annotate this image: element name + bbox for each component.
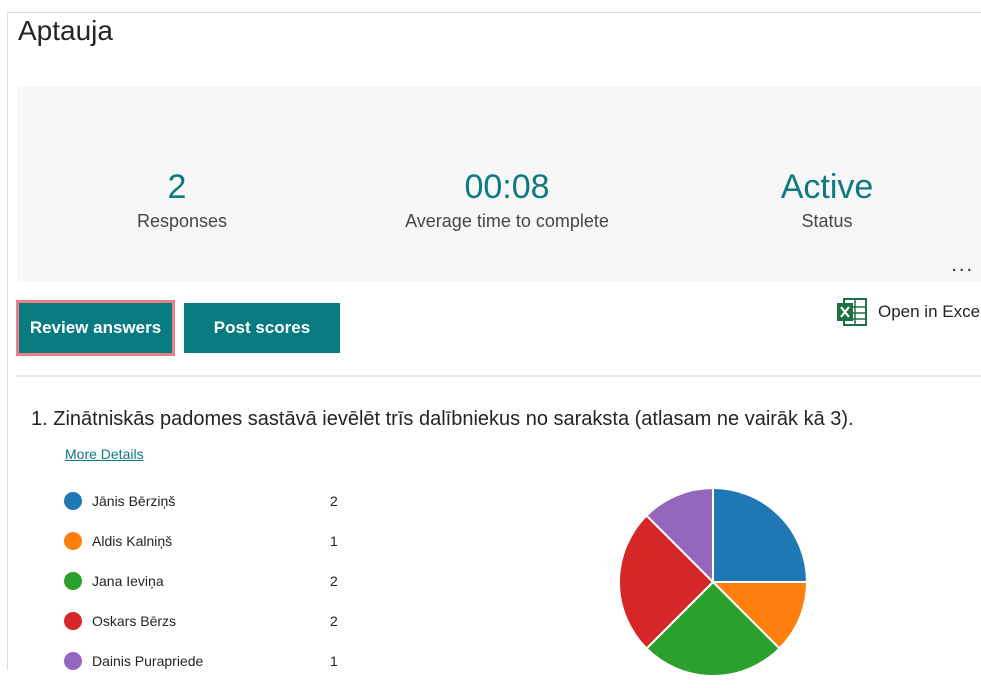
- excel-icon: [837, 298, 867, 326]
- open-in-excel-link[interactable]: Open in Excel: [836, 297, 981, 327]
- status-stat: Active Status: [737, 167, 917, 232]
- responses-value: 2: [167, 168, 187, 206]
- legend-item: Aldis Kalniņš 1: [64, 521, 344, 561]
- answer-legend: Jānis Bērziņš 2 Aldis Kalniņš 1 Jana Iev…: [64, 481, 344, 681]
- legend-dot: [64, 572, 82, 590]
- legend-dot: [64, 532, 82, 550]
- legend-label: Aldis Kalniņš: [92, 533, 173, 549]
- page-title: Aptauja: [18, 15, 113, 46]
- summary-panel: 2 Responses 00:08 Average time to comple…: [17, 87, 981, 281]
- legend-label: Dainis Purapriede: [92, 653, 204, 669]
- legend-label: Oskars Bērzs: [92, 613, 177, 629]
- status-value: Active: [780, 168, 874, 206]
- legend-count: 1: [330, 533, 338, 549]
- legend-item: Jānis Bērziņš 2: [64, 481, 344, 521]
- legend-dot: [64, 492, 82, 510]
- responses-stat: 2 Responses: [137, 167, 228, 232]
- legend-label: Jānis Bērziņš: [92, 493, 176, 509]
- legend-item: Oskars Bērzs 2: [64, 601, 344, 641]
- more-details-link[interactable]: More Details: [65, 446, 144, 462]
- pie-chart: [618, 486, 809, 677]
- legend-dot: [64, 652, 82, 670]
- review-answers-button[interactable]: Review answers: [16, 300, 175, 356]
- post-scores-button[interactable]: Post scores: [184, 303, 340, 353]
- form-results-panel: Aptauja 2 Responses 00:08 Average time t…: [7, 12, 981, 677]
- legend-count: 2: [330, 613, 338, 629]
- responses-label: Responses: [137, 211, 228, 231]
- legend-count: 2: [330, 573, 338, 589]
- status-label: Status: [801, 211, 853, 231]
- avg-time-label: Average time to complete: [405, 211, 609, 231]
- avg-time-value: 00:08: [464, 168, 550, 206]
- legend-label: Jana Ieviņa: [92, 573, 164, 589]
- legend-item: Jana Ieviņa 2: [64, 561, 344, 601]
- avg-time-stat: 00:08 Average time to complete: [387, 167, 627, 232]
- legend-count: 1: [330, 653, 338, 669]
- legend-item: Dainis Purapriede 1: [64, 641, 344, 681]
- open-in-excel-label: Open in Excel: [878, 302, 981, 321]
- more-options-button[interactable]: ...: [951, 254, 974, 277]
- question-title: 1. Zinātniskās padomes sastāvā ievēlēt t…: [31, 408, 854, 430]
- legend-dot: [64, 612, 82, 630]
- pie-slice-1[interactable]: [712, 486, 809, 583]
- legend-count: 2: [330, 493, 338, 509]
- divider: [17, 375, 981, 377]
